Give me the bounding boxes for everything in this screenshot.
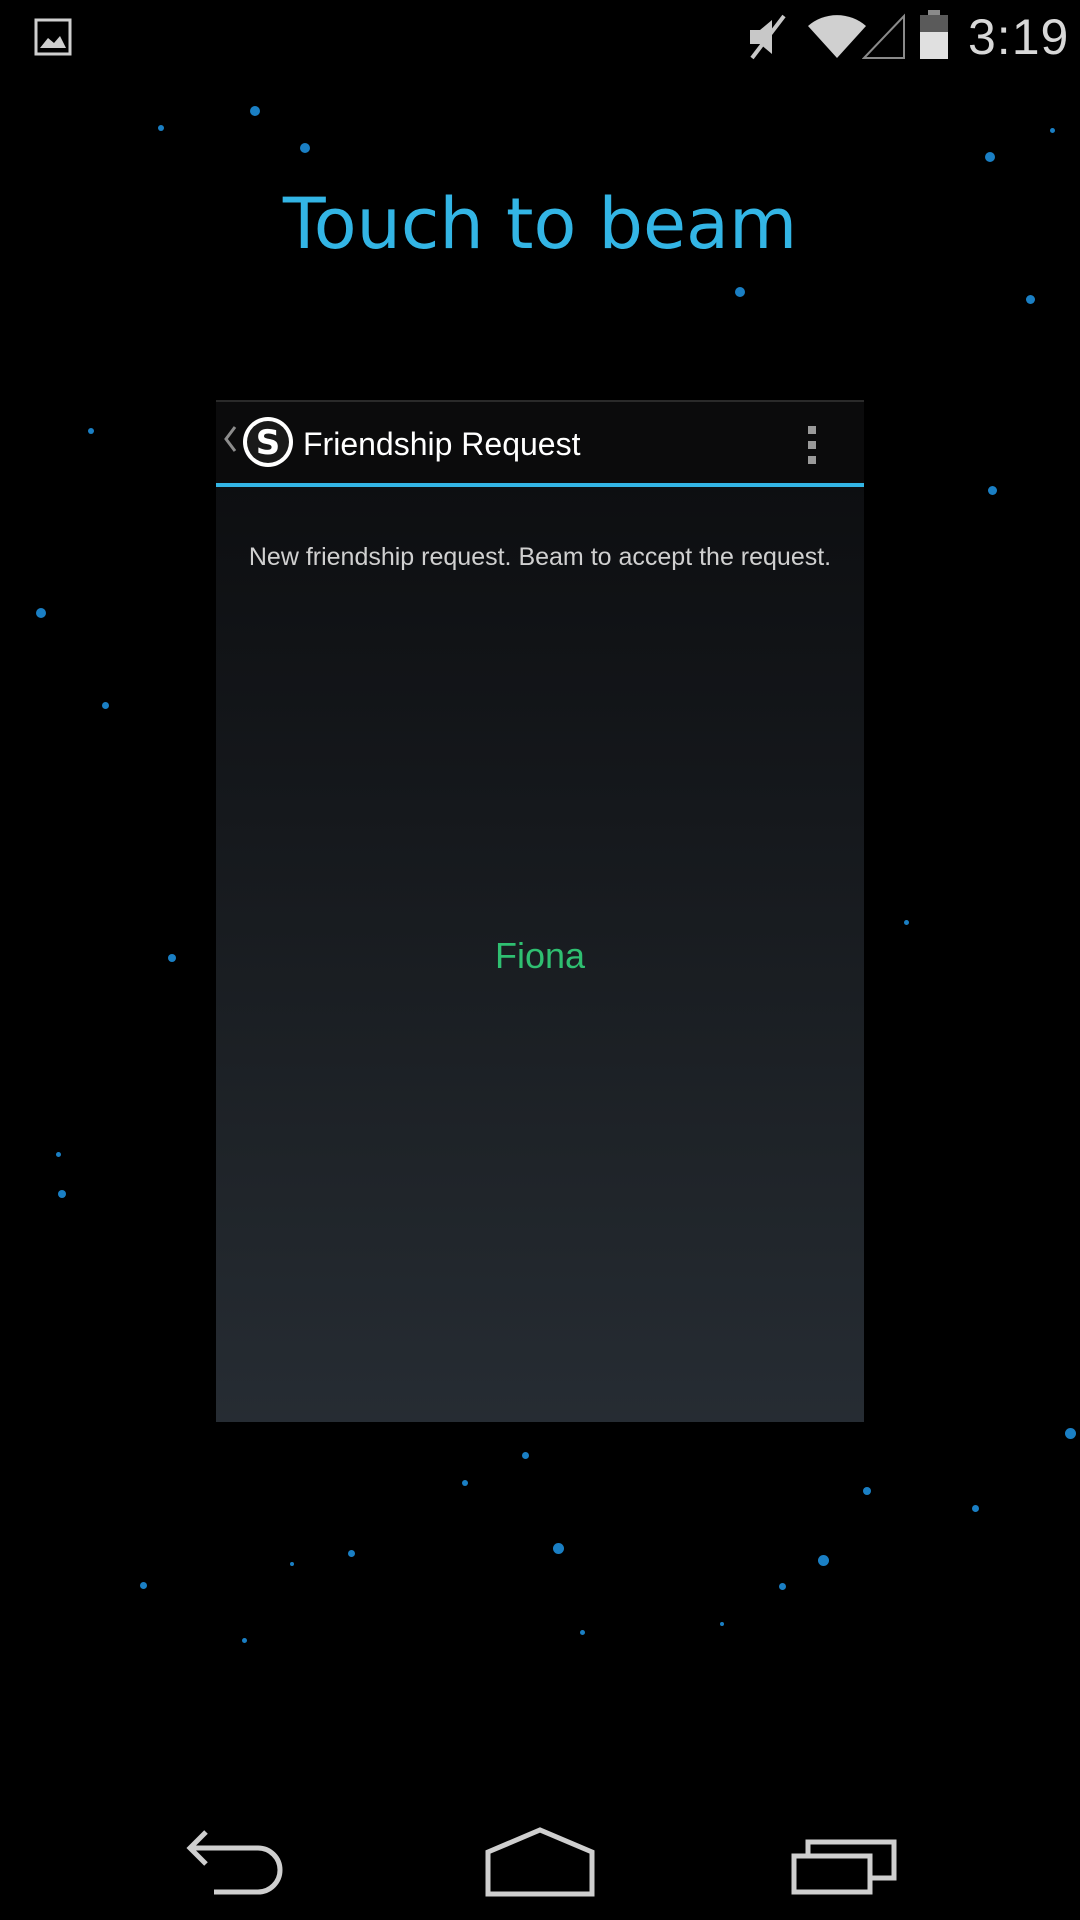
friend-name: Fiona xyxy=(494,935,586,976)
wifi-icon xyxy=(808,15,866,58)
svg-text:S: S xyxy=(256,423,281,463)
action-bar-title: Friendship Request xyxy=(303,426,581,462)
up-caret-icon[interactable] xyxy=(222,424,238,454)
overflow-menu-icon[interactable] xyxy=(804,424,820,466)
beam-preview-card[interactable]: S Friendship Request New friendship requ… xyxy=(216,400,864,1422)
gallery-notification-icon[interactable] xyxy=(34,18,72,56)
cell-signal-icon xyxy=(862,13,905,59)
battery-icon xyxy=(920,10,948,59)
recent-apps-icon[interactable] xyxy=(780,1820,900,1900)
touch-to-beam-heading[interactable]: Touch to beam xyxy=(0,183,1080,265)
back-icon[interactable] xyxy=(180,1820,300,1900)
home-icon[interactable] xyxy=(480,1820,600,1900)
action-bar: S Friendship Request xyxy=(216,402,864,487)
navigation-bar xyxy=(0,1800,1080,1920)
status-bar: 3:19 xyxy=(0,0,1080,75)
clock-time: 3:19 xyxy=(968,9,1070,65)
mute-icon xyxy=(750,14,786,60)
friendship-request-message: New friendship request. Beam to accept t… xyxy=(248,543,832,571)
skype-logo-icon[interactable]: S xyxy=(242,416,294,468)
